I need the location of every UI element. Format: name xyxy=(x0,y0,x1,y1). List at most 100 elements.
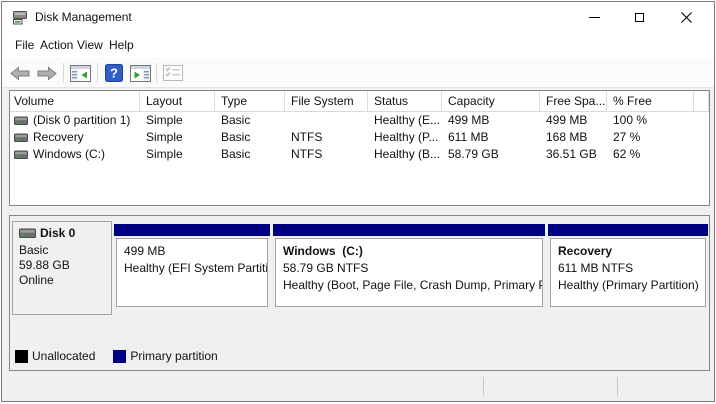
primary-partition-swatch-icon xyxy=(113,350,126,363)
partition-efi[interactable]: 499 MB Healthy (EFI System Partiti xyxy=(116,238,268,307)
show-console-tree-button[interactable] xyxy=(68,62,92,84)
disk-capacity: 59.88 GB xyxy=(19,258,105,273)
status-bar-divider xyxy=(617,377,618,396)
partition-status: Healthy (Primary Partition) xyxy=(558,277,705,294)
show-action-pane-icon xyxy=(130,65,151,82)
partition-size: 499 MB xyxy=(124,243,267,260)
cell-pct-free: 27 % xyxy=(607,129,694,146)
help-icon: ? xyxy=(105,64,123,82)
close-icon xyxy=(681,12,692,23)
help-button[interactable]: ? xyxy=(102,62,126,84)
menu-help[interactable]: Help xyxy=(109,33,134,58)
cell-spacer xyxy=(694,112,709,129)
partition-status: Healthy (Boot, Page File, Crash Dump, Pr… xyxy=(283,277,542,294)
volume-icon xyxy=(14,150,28,160)
minimize-button[interactable] xyxy=(572,2,617,33)
volume-name: (Disk 0 partition 1) xyxy=(33,112,130,129)
partition-recovery[interactable]: Recovery 611 MB NTFS Healthy (Primary Pa… xyxy=(550,238,706,307)
table-row[interactable]: Recovery Simple Basic NTFS Healthy (P...… xyxy=(10,129,709,146)
header-volume[interactable]: Volume xyxy=(10,91,140,111)
cell-free-space: 36.51 GB xyxy=(540,146,607,163)
disk-name: Disk 0 xyxy=(40,226,75,241)
toolbar-separator xyxy=(97,63,98,83)
toolbar-separator xyxy=(63,63,64,83)
status-bar xyxy=(2,373,714,401)
cell-layout: Simple xyxy=(140,129,215,146)
cell-status: Healthy (E... xyxy=(368,112,442,129)
svg-text:?: ? xyxy=(110,66,118,81)
disk-0-block[interactable]: Disk 0 Basic 59.88 GB Online xyxy=(12,221,112,315)
partition-color-band xyxy=(548,224,708,236)
volume-list-pane: Volume Layout Type File System Status Ca… xyxy=(9,90,710,206)
disk-type: Basic xyxy=(19,243,105,258)
menu-view[interactable]: View xyxy=(77,33,103,58)
cell-capacity: 611 MB xyxy=(442,129,540,146)
cell-layout: Simple xyxy=(140,146,215,163)
menu-file[interactable]: File xyxy=(15,33,34,58)
partition-name: Windows (C:) xyxy=(283,243,542,260)
close-button[interactable] xyxy=(664,2,709,33)
pane-splitter[interactable] xyxy=(2,206,714,215)
back-button[interactable] xyxy=(8,62,32,84)
partition-color-band xyxy=(114,224,270,236)
header-free-space[interactable]: Free Spa... xyxy=(540,91,607,111)
back-icon xyxy=(9,66,31,81)
forward-icon xyxy=(36,66,58,81)
toolbar: ? xyxy=(2,58,714,88)
header-pct-free[interactable]: % Free xyxy=(607,91,694,111)
cell-pct-free: 100 % xyxy=(607,112,694,129)
volume-icon xyxy=(14,116,28,126)
header-file-system[interactable]: File System xyxy=(285,91,368,111)
window-title: Disk Management xyxy=(35,2,132,33)
show-action-pane-button[interactable] xyxy=(128,62,152,84)
title-bar[interactable]: Disk Management xyxy=(2,2,714,33)
cell-pct-free: 62 % xyxy=(607,146,694,163)
cell-layout: Simple xyxy=(140,112,215,129)
legend-label-unallocated: Unallocated xyxy=(32,349,95,363)
maximize-button[interactable] xyxy=(617,2,662,33)
disk-status: Online xyxy=(19,273,105,288)
volume-name: Windows (C:) xyxy=(33,146,105,163)
properties-button[interactable] xyxy=(161,62,185,84)
table-row[interactable]: (Disk 0 partition 1) Simple Basic Health… xyxy=(10,112,709,129)
partition-color-band xyxy=(273,224,545,236)
partition-windows-c[interactable]: Windows (C:) 58.79 GB NTFS Healthy (Boot… xyxy=(275,238,543,307)
cell-type: Basic xyxy=(215,129,285,146)
header-layout[interactable]: Layout xyxy=(140,91,215,111)
volume-name: Recovery xyxy=(33,129,84,146)
table-row[interactable]: Windows (C:) Simple Basic NTFS Healthy (… xyxy=(10,146,709,163)
cell-status: Healthy (P... xyxy=(368,129,442,146)
toolbar-separator xyxy=(156,63,157,83)
cell-status: Healthy (B... xyxy=(368,146,442,163)
partition-size: 58.79 GB NTFS xyxy=(283,260,542,277)
header-spacer xyxy=(694,91,709,111)
legend: Unallocated Primary partition xyxy=(15,349,218,363)
legend-label-primary: Primary partition xyxy=(130,349,217,363)
maximize-icon xyxy=(635,13,644,22)
cell-capacity: 499 MB xyxy=(442,112,540,129)
status-bar-divider xyxy=(483,377,484,396)
cell-file-system: NTFS xyxy=(285,129,368,146)
cell-file-system xyxy=(285,112,368,129)
partition-name: Recovery xyxy=(558,243,705,260)
menu-action[interactable]: Action xyxy=(40,33,73,58)
volume-icon xyxy=(14,133,28,143)
partition-size: 611 MB NTFS xyxy=(558,260,705,277)
properties-icon xyxy=(163,65,183,81)
cell-spacer xyxy=(694,146,709,163)
cell-type: Basic xyxy=(215,112,285,129)
volume-table-header: Volume Layout Type File System Status Ca… xyxy=(10,91,709,112)
cell-type: Basic xyxy=(215,146,285,163)
show-console-tree-icon xyxy=(70,65,91,82)
cell-capacity: 58.79 GB xyxy=(442,146,540,163)
cell-free-space: 168 MB xyxy=(540,129,607,146)
header-capacity[interactable]: Capacity xyxy=(442,91,540,111)
header-status[interactable]: Status xyxy=(368,91,442,111)
header-type[interactable]: Type xyxy=(215,91,285,111)
cell-free-space: 499 MB xyxy=(540,112,607,129)
minimize-icon xyxy=(589,17,600,18)
cell-spacer xyxy=(694,129,709,146)
menu-bar: File Action View Help xyxy=(2,33,714,58)
forward-button[interactable] xyxy=(35,62,59,84)
disk-graphical-pane: Disk 0 Basic 59.88 GB Online 499 MB Heal… xyxy=(9,215,710,371)
